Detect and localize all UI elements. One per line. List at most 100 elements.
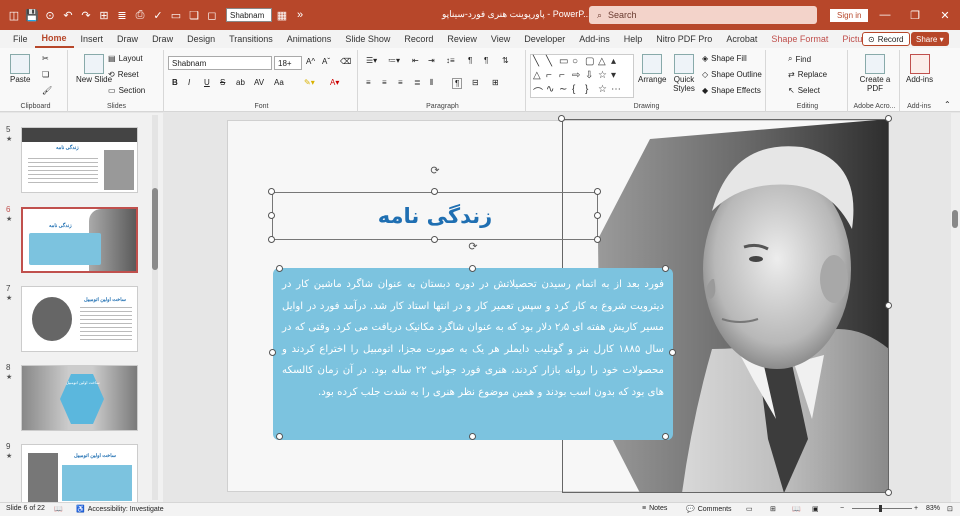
save-icon[interactable]: 💾 xyxy=(24,7,40,23)
shape-fill-button[interactable]: ◈ Shape Fill xyxy=(702,54,747,63)
line-shape-icon[interactable]: ╲ xyxy=(533,56,546,70)
body-handle-n[interactable] xyxy=(469,265,476,272)
tab-review[interactable]: Review xyxy=(440,30,484,48)
decrease-indent-icon[interactable]: ⇤ xyxy=(412,56,419,65)
tab-view[interactable]: View xyxy=(484,30,517,48)
line-shape-icon-2[interactable]: ╲ xyxy=(546,56,559,70)
curve-shape-icon[interactable]: ∿ xyxy=(546,84,559,98)
tab-file[interactable]: File xyxy=(6,30,35,48)
rectangle-shape-icon[interactable]: ▭ xyxy=(559,56,572,70)
highlight-icon[interactable]: ✎▾ xyxy=(304,78,315,87)
numbering-icon[interactable]: ≔▾ xyxy=(388,56,400,65)
canvas-scrollbar[interactable] xyxy=(951,113,960,502)
align-center-icon[interactable]: ≡ xyxy=(382,78,387,87)
strikethrough-button[interactable]: S xyxy=(220,78,225,87)
justify-icon[interactable]: ≣ xyxy=(414,78,421,87)
body-text-box[interactable]: فورد بعد از به اتمام رسیدن تحصیلاتش در د… xyxy=(273,268,673,440)
tab-draw-2[interactable]: Draw xyxy=(145,30,180,48)
tab-design[interactable]: Design xyxy=(180,30,222,48)
rtl-icon[interactable]: ¶ xyxy=(468,56,472,65)
clear-format-icon[interactable]: ⌫ xyxy=(340,57,351,66)
title-handle-n[interactable] xyxy=(431,188,438,195)
arrow-down-shape-icon[interactable]: ⇩ xyxy=(585,70,598,84)
title-handle-se[interactable] xyxy=(594,236,601,243)
star-shape-icon-2[interactable]: ☆ xyxy=(598,84,611,98)
accessibility-status[interactable]: ♿ Accessibility: Investigate xyxy=(76,505,164,514)
format-painter-button[interactable]: 🖌 xyxy=(42,86,52,95)
comments-button[interactable]: 💬 Comments xyxy=(686,505,732,514)
tab-nitro-pdf[interactable]: Nitro PDF Pro xyxy=(649,30,719,48)
record-icon[interactable]: ⊙ xyxy=(42,7,58,23)
smartart-icon[interactable]: ⊞ xyxy=(492,78,499,87)
font-color-icon[interactable]: A▾ xyxy=(330,78,339,87)
tab-home[interactable]: Home xyxy=(34,30,74,48)
body-handle-se[interactable] xyxy=(662,433,669,440)
restore-button[interactable]: ❐ xyxy=(900,0,930,30)
add-ins-button[interactable]: Add-ins xyxy=(906,54,933,84)
tab-insert[interactable]: Insert xyxy=(74,30,111,48)
font-name-select[interactable]: Shabnam xyxy=(168,56,272,70)
copy-button[interactable]: ❏ xyxy=(42,70,49,79)
body-text[interactable]: فورد بعد از به اتمام رسیدن تحصیلاتش در د… xyxy=(282,274,664,403)
body-handle-s[interactable] xyxy=(469,433,476,440)
reading-view-icon[interactable]: 📖 xyxy=(792,505,801,513)
slideshow-view-icon[interactable]: ▣ xyxy=(812,505,819,513)
brace-right-icon[interactable]: } xyxy=(585,84,598,98)
resize-handle-e[interactable] xyxy=(885,302,892,309)
title-handle-s[interactable] xyxy=(431,236,438,243)
resize-handle-se[interactable] xyxy=(885,489,892,496)
title-handle-w[interactable] xyxy=(268,212,275,219)
zoom-out-icon[interactable]: − xyxy=(840,505,844,512)
shapes-gallery[interactable]: ╲ ╲ ▭ ○ ▢ △ ▴ △ ⌐ ⌐ ⇨ ⇩ ☆ ▾ ⌒ ∿ ∼{} ☆ ⋯ xyxy=(530,54,634,99)
triangle-shape-icon-2[interactable]: △ xyxy=(533,70,546,84)
body-handle-sw[interactable] xyxy=(276,433,283,440)
ltr-icon[interactable]: ¶ xyxy=(484,56,488,65)
format-painter-icon[interactable]: ⊞ xyxy=(96,7,112,23)
select-button[interactable]: ↖ Select xyxy=(788,86,820,95)
body-handle-e[interactable] xyxy=(669,349,676,356)
collapse-ribbon-icon[interactable]: ⌃ xyxy=(944,100,951,109)
body-handle-ne[interactable] xyxy=(662,265,669,272)
tab-animations[interactable]: Animations xyxy=(280,30,339,48)
slide-title[interactable]: زندگی نامه xyxy=(378,204,492,228)
spellcheck-status-icon[interactable]: 📖 xyxy=(54,505,63,513)
columns-icon[interactable]: ⫴ xyxy=(430,78,433,88)
align-left-icon[interactable]: ≡ xyxy=(366,78,371,87)
title-handle-ne[interactable] xyxy=(594,188,601,195)
bullets-icon[interactable]: ☰▾ xyxy=(366,56,377,65)
cut-icon[interactable]: ✂ xyxy=(42,54,49,63)
rounded-rect-shape-icon[interactable]: ▢ xyxy=(585,56,598,70)
body-handle-w[interactable] xyxy=(269,349,276,356)
tab-draw[interactable]: Draw xyxy=(110,30,145,48)
normal-view-icon[interactable]: ▭ xyxy=(746,505,753,513)
reset-button[interactable]: ⟲ Reset xyxy=(108,70,139,79)
increase-indent-icon[interactable]: ⇥ xyxy=(428,56,435,65)
slide-sorter-icon[interactable]: ⊞ xyxy=(770,505,776,513)
shadow-button[interactable]: ab xyxy=(236,78,245,87)
connector-icon[interactable]: ⌐ xyxy=(559,70,572,84)
find-button[interactable]: ⌕ Find xyxy=(788,54,811,64)
zoom-slider-knob[interactable] xyxy=(879,505,882,512)
tab-transitions[interactable]: Transitions xyxy=(222,30,280,48)
change-case-button[interactable]: Aa xyxy=(274,78,284,87)
zoom-level[interactable]: 83% xyxy=(926,505,940,512)
title-handle-e[interactable] xyxy=(594,212,601,219)
more-shapes-icon[interactable]: ⋯ xyxy=(611,84,624,98)
create-pdf-button[interactable]: Create a PDF xyxy=(858,54,892,93)
start-slideshow-icon[interactable]: ▭ xyxy=(168,7,184,23)
layout-button[interactable]: ▤ Layout xyxy=(108,54,143,63)
triangle-shape-icon[interactable]: △ xyxy=(598,56,611,70)
share-button[interactable]: Share ▾ xyxy=(911,32,949,46)
paste-button[interactable]: Paste xyxy=(10,54,30,84)
italic-button[interactable]: I xyxy=(188,78,190,87)
elbow-connector-icon[interactable]: ⌐ xyxy=(546,70,559,84)
oval-shape-icon[interactable]: ○ xyxy=(572,56,585,70)
spellcheck-icon[interactable]: ✓ xyxy=(150,7,166,23)
char-spacing-button[interactable]: AV xyxy=(254,78,264,87)
align-icon[interactable]: ≣ xyxy=(114,7,130,23)
arrow-right-shape-icon[interactable]: ⇨ xyxy=(572,70,585,84)
grow-font-icon[interactable]: A^ xyxy=(306,57,315,66)
align-right-icon[interactable]: ≡ xyxy=(398,78,403,87)
resize-handle-nw[interactable] xyxy=(558,115,565,122)
arc-shape-icon[interactable]: ⌒ xyxy=(533,84,546,99)
